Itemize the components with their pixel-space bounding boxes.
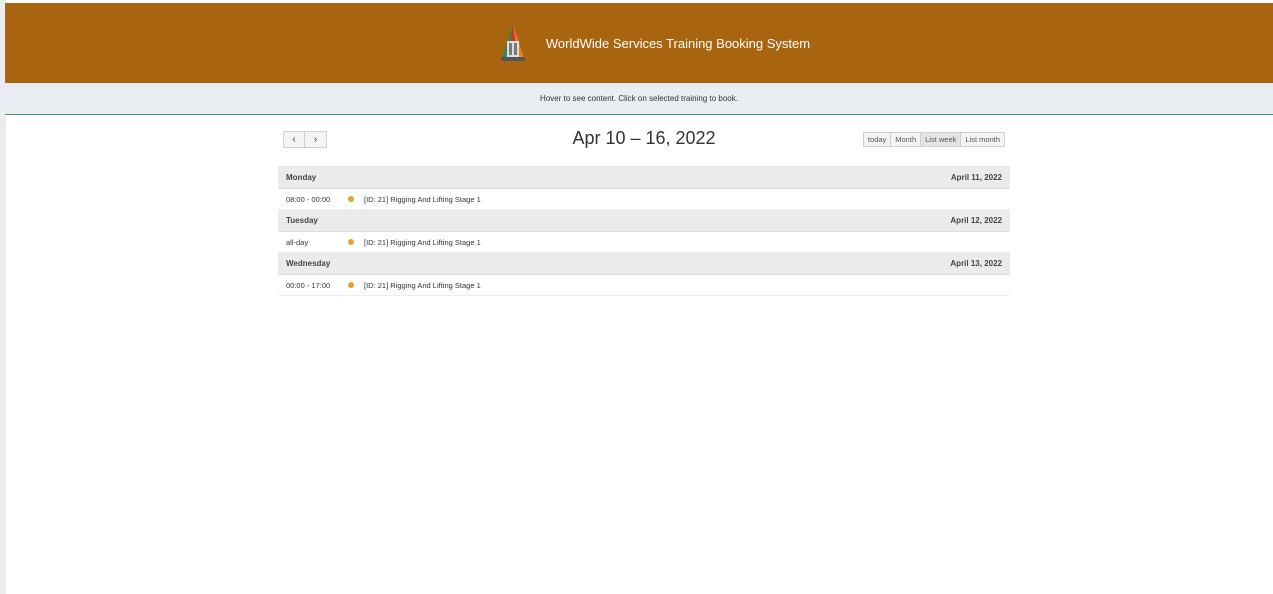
day-header-wednesday: Wednesday April 13, 2022 (278, 253, 1010, 275)
event-time: 00:00 - 17:00 (286, 280, 331, 290)
day-name: Tuesday (286, 216, 318, 225)
event-list: Monday April 11, 2022 08:00 - 00:00 [ID:… (278, 166, 1010, 296)
event-row[interactable]: 00:00 - 17:00 [ID: 21] Rigging And Lifti… (278, 275, 1010, 296)
company-logo-icon (500, 25, 525, 61)
event-title[interactable]: [ID: 21] Rigging And Lifting Stage 1 (364, 281, 481, 290)
calendar: ‹ › Apr 10 – 16, 2022 today Month List w… (278, 126, 1010, 296)
view-button-group: today Month List week List month (862, 132, 1005, 147)
instruction-bar: Hover to see content. Click on selected … (5, 83, 1273, 115)
event-row[interactable]: all-day [ID: 21] Rigging And Lifting Sta… (278, 232, 1010, 253)
event-time: 08:00 - 00:00 (286, 194, 331, 204)
list-week-view-button[interactable]: List week (921, 132, 962, 147)
day-name: Monday (286, 173, 317, 182)
day-date: April 13, 2022 (950, 259, 1002, 268)
event-row[interactable]: 08:00 - 00:00 [ID: 21] Rigging And Lifti… (278, 189, 1010, 210)
app-header: WorldWide Services Training Booking Syst… (5, 3, 1273, 83)
event-title[interactable]: [ID: 21] Rigging And Lifting Stage 1 (364, 238, 481, 247)
day-header-monday: Monday April 11, 2022 (278, 167, 1010, 189)
day-header-tuesday: Tuesday April 12, 2022 (278, 210, 1010, 232)
page: WorldWide Services Training Booking Syst… (0, 0, 1273, 594)
header-brand: WorldWide Services Training Booking Syst… (496, 23, 810, 63)
event-dot-icon (348, 239, 354, 245)
list-month-view-button[interactable]: List month (961, 132, 1005, 147)
month-view-button[interactable]: Month (891, 132, 922, 147)
instruction-text: Hover to see content. Click on selected … (540, 94, 738, 103)
event-dot-icon (348, 196, 354, 202)
event-title[interactable]: [ID: 21] Rigging And Lifting Stage 1 (364, 195, 481, 204)
day-date: April 12, 2022 (950, 216, 1002, 225)
event-dot-icon (348, 282, 354, 288)
event-time: all-day (286, 237, 309, 247)
today-button[interactable]: today (862, 132, 892, 147)
calendar-toolbar: ‹ › Apr 10 – 16, 2022 today Month List w… (278, 126, 1010, 156)
day-date: April 11, 2022 (950, 173, 1002, 182)
app-title: WorldWide Services Training Booking Syst… (545, 35, 811, 51)
day-name: Wednesday (286, 259, 331, 268)
